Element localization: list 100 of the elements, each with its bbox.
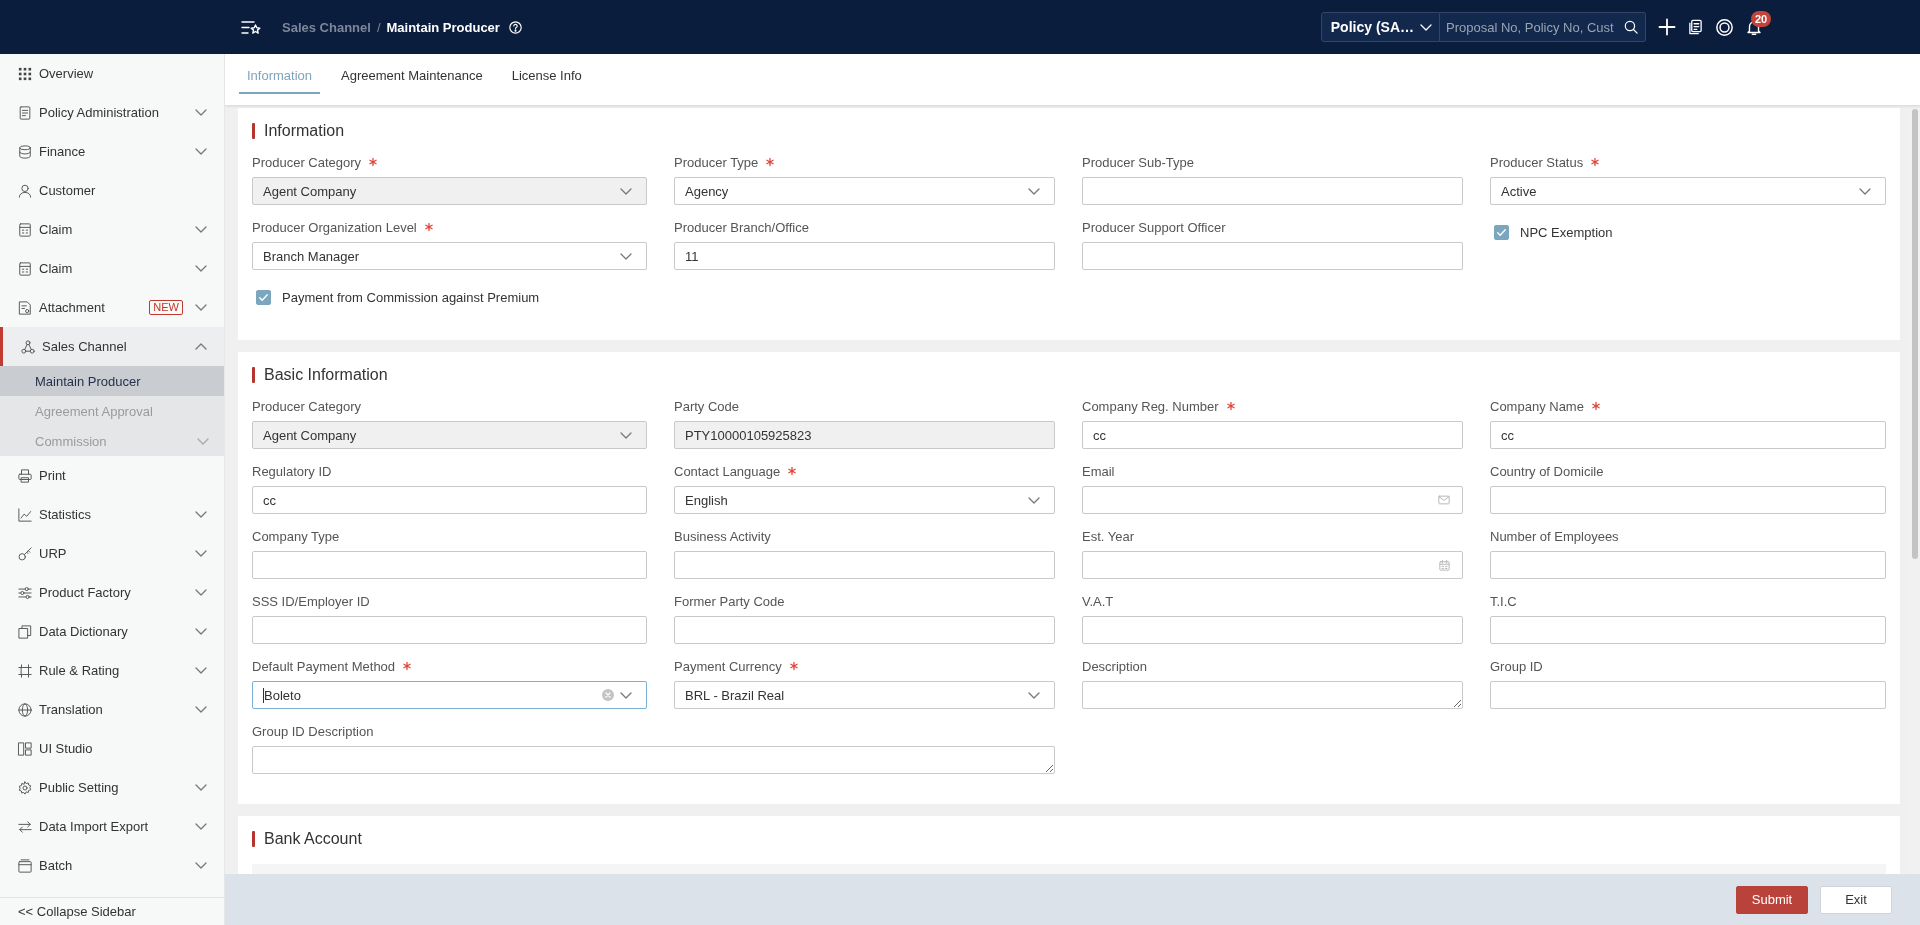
copy-icon — [18, 624, 32, 639]
dropdown-field[interactable]: Active — [1490, 177, 1886, 205]
chevron-down-icon — [1028, 691, 1040, 699]
dropdown-field[interactable]: Boleto — [252, 681, 647, 709]
sidebar-item[interactable]: Public Setting — [0, 768, 224, 807]
text-field[interactable] — [1082, 177, 1463, 205]
sidebar-item[interactable]: Sales Channel — [0, 327, 224, 366]
frame-icon — [18, 663, 32, 678]
text-field[interactable] — [674, 551, 1055, 579]
text-field[interactable]: cc — [252, 486, 647, 514]
printer-icon — [18, 468, 32, 483]
breadcrumb-link[interactable]: Sales Channel — [282, 19, 371, 35]
document-icon — [18, 300, 32, 315]
layout-icon — [18, 741, 32, 756]
field-label: Est. Year — [1082, 528, 1135, 544]
field-label: Producer Branch/Office — [674, 219, 809, 235]
help-icon[interactable] — [508, 20, 522, 34]
checkbox-label: NPC Exemption — [1520, 225, 1613, 240]
section-title: Information — [264, 122, 345, 140]
text-field[interactable] — [252, 551, 647, 579]
field-label: Company Reg. Number — [1082, 398, 1219, 414]
scope-dropdown[interactable]: Policy (SA… — [1320, 12, 1440, 42]
plus-icon[interactable] — [1659, 19, 1675, 35]
field-label: Producer Category — [252, 398, 362, 414]
sidebar-item[interactable]: Claim — [0, 210, 224, 249]
sidebar-item[interactable]: Customer — [0, 171, 224, 210]
chevron-down-icon — [195, 784, 207, 791]
dropdown-field[interactable]: Agency — [674, 177, 1055, 205]
tab[interactable]: License Info — [503, 54, 590, 94]
sidebar-item[interactable]: URP — [0, 534, 224, 573]
field-label: Group ID — [1490, 658, 1543, 674]
sidebar-item[interactable]: Attachment NEW — [0, 288, 224, 327]
sidebar-item[interactable]: Overview — [0, 54, 224, 93]
sidebar-item[interactable]: Finance — [0, 132, 224, 171]
key-icon — [18, 546, 32, 561]
chevron-down-icon — [1028, 187, 1040, 195]
field-label: Company Type — [252, 528, 340, 544]
sidebar-item[interactable]: Translation — [0, 690, 224, 729]
search-field[interactable]: Proposal No, Policy No, Cust — [1440, 12, 1646, 42]
title-marker-icon — [252, 831, 255, 847]
field-label: SSS ID/Employer ID — [252, 593, 370, 609]
title-marker-icon — [252, 123, 255, 139]
sidebar-item[interactable]: Data Import Export — [0, 807, 224, 846]
field-label: Email — [1082, 463, 1115, 479]
text-field[interactable] — [1490, 486, 1886, 514]
chevron-down-icon — [195, 823, 207, 830]
text-field[interactable] — [252, 616, 647, 644]
sidebar-item[interactable]: Policy Administration — [0, 93, 224, 132]
chevron-down-icon — [195, 706, 207, 713]
field-label: Producer Category — [252, 154, 362, 170]
text-field[interactable] — [674, 616, 1055, 644]
sidebar-item[interactable]: Batch — [0, 846, 224, 885]
chevron-down-icon — [195, 148, 207, 155]
chevron-down-icon — [620, 252, 632, 260]
field-label: Producer Organization Level — [252, 219, 417, 235]
chevron-down-icon — [1859, 187, 1871, 195]
sidebar-item[interactable]: Rule & Rating — [0, 651, 224, 690]
chevron-down-icon — [1420, 23, 1432, 31]
text-field[interactable] — [1082, 242, 1463, 270]
text-field[interactable]: cc — [1082, 421, 1463, 449]
checkbox[interactable] — [256, 290, 271, 305]
sidebar-item[interactable]: Data Dictionary — [0, 612, 224, 651]
search-icon[interactable] — [1624, 20, 1638, 34]
field-label: Producer Status — [1490, 154, 1584, 170]
dropdown-field[interactable]: BRL - Brazil Real — [674, 681, 1055, 709]
text-area[interactable] — [1082, 681, 1463, 709]
sidebar-item[interactable]: UI Studio — [0, 729, 224, 768]
text-field[interactable] — [1490, 551, 1886, 579]
document-icon — [18, 105, 32, 120]
user-icon — [18, 183, 32, 198]
sidebar-item[interactable]: Claim — [0, 249, 224, 288]
chevron-down-icon — [195, 511, 207, 518]
clear-icon[interactable] — [602, 689, 614, 701]
menu-icon[interactable] — [241, 18, 261, 36]
text-cursor-icon — [263, 687, 264, 703]
primary-button[interactable]: Submit — [1736, 885, 1808, 914]
text-field[interactable] — [1490, 616, 1886, 644]
tab[interactable]: Agreement Maintenance — [333, 54, 491, 94]
field-label: V.A.T — [1082, 593, 1114, 609]
documents-icon[interactable] — [1688, 19, 1703, 35]
secondary-button[interactable]: Exit — [1820, 885, 1892, 914]
chevron-down-icon — [195, 550, 207, 557]
sidebar-item[interactable]: Print — [0, 456, 224, 495]
window-icon — [18, 858, 32, 873]
text-field[interactable]: 11 — [674, 242, 1055, 270]
dropdown-field[interactable]: Branch Manager — [252, 242, 647, 270]
text-field[interactable] — [1490, 681, 1886, 709]
date-field[interactable] — [1082, 551, 1463, 579]
dropdown-field[interactable]: English — [674, 486, 1055, 514]
target-icon[interactable] — [1716, 18, 1733, 36]
text-area[interactable] — [252, 746, 1055, 774]
sidebar-item[interactable]: Statistics — [0, 495, 224, 534]
checkbox[interactable] — [1494, 225, 1509, 240]
email-field[interactable] — [1082, 486, 1463, 514]
text-field[interactable] — [1082, 616, 1463, 644]
sidebar-item[interactable]: Product Factory — [0, 573, 224, 612]
scrollbar-thumb[interactable] — [1912, 109, 1918, 559]
submenu-item[interactable]: Maintain Producer — [0, 366, 224, 396]
notification-badge: 20 — [1751, 11, 1772, 27]
text-field[interactable]: cc — [1490, 421, 1886, 449]
